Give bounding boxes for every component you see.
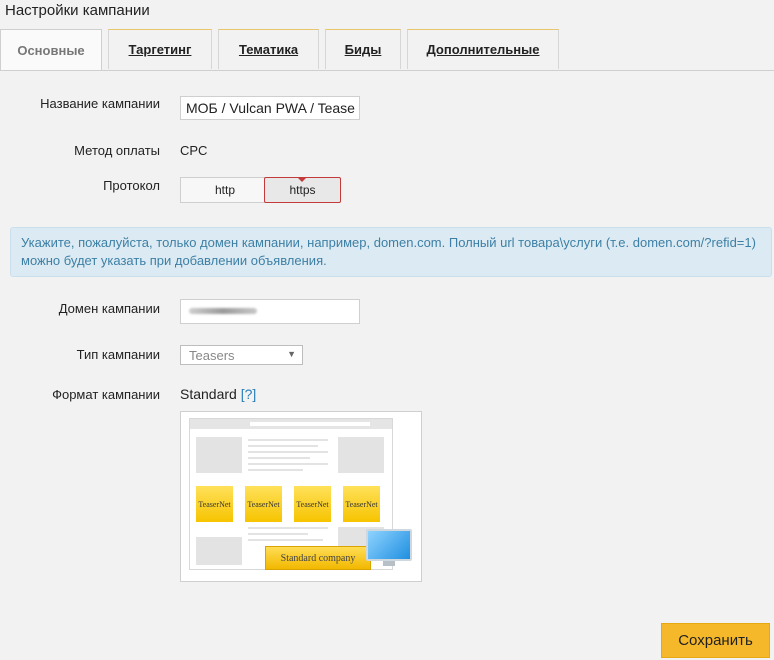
- monitor-icon: [366, 529, 412, 567]
- domain-info-notice: Укажите, пожалуйста, только домен кампан…: [10, 227, 772, 277]
- standard-badge: Standard company: [265, 546, 371, 570]
- placeholder-block: [196, 537, 242, 565]
- tab-bar: Основные Таргетинг Тематика Биды Дополни…: [0, 29, 774, 71]
- tab-bids[interactable]: Биды: [325, 29, 401, 69]
- dropdown-arrow-icon: ▼: [287, 349, 296, 359]
- tab-targeting[interactable]: Таргетинг: [108, 29, 212, 69]
- domain-label: Домен кампании: [58, 301, 160, 316]
- teaser-ad-2: TeaserNet: [245, 486, 282, 522]
- tab-topics[interactable]: Тематика: [218, 29, 319, 69]
- format-preview: TeaserNet TeaserNet TeaserNet TeaserNet …: [180, 411, 422, 582]
- campaign-name-label: Название кампании: [40, 96, 160, 111]
- protocol-toggle: http https: [180, 177, 341, 203]
- browser-toolbar: [190, 419, 392, 429]
- placeholder-block: [196, 437, 242, 473]
- format-help-link[interactable]: [?]: [241, 386, 257, 402]
- tab-basic[interactable]: Основные: [0, 29, 102, 70]
- domain-input[interactable]: [180, 299, 360, 324]
- teaser-ad-3: TeaserNet: [294, 486, 331, 522]
- teaser-ad-4: TeaserNet: [343, 486, 380, 522]
- protocol-label: Протокол: [103, 178, 160, 193]
- protocol-http-option[interactable]: http: [180, 177, 270, 203]
- selected-marker: [297, 177, 307, 182]
- tab-additional[interactable]: Дополнительные: [407, 29, 559, 69]
- campaign-format-value: Standard [?]: [180, 386, 257, 402]
- save-button[interactable]: Сохранить: [661, 623, 770, 658]
- protocol-https-option[interactable]: https: [264, 177, 341, 203]
- placeholder-block: [338, 437, 384, 473]
- payment-method-label: Метод оплаты: [74, 143, 160, 158]
- redacted-domain: [189, 308, 257, 314]
- campaign-type-select[interactable]: Teasers ▼: [180, 345, 303, 365]
- campaign-format-label: Формат кампании: [52, 387, 160, 402]
- page-title: Настройки кампании: [5, 2, 150, 19]
- campaign-type-label: Тип кампании: [76, 347, 160, 362]
- teaser-ad-1: TeaserNet: [196, 486, 233, 522]
- payment-method-value: CPC: [180, 143, 208, 158]
- campaign-name-input[interactable]: МОБ / Vulcan PWA / Tease: [180, 96, 360, 120]
